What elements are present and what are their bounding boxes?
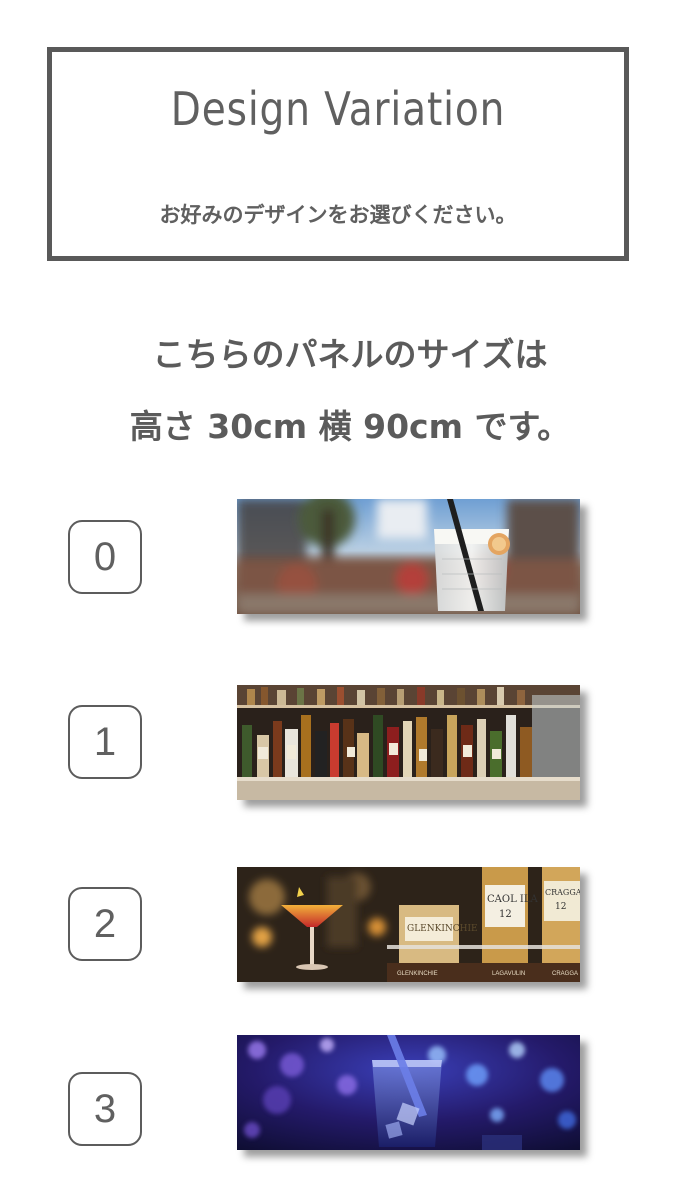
shelf-label-left: GLENKINCHIE — [397, 971, 438, 977]
bottle-age-mid: 12 — [499, 909, 512, 920]
design-panel-3[interactable] — [237, 1035, 580, 1150]
blue-drink-bokeh-photo — [237, 1035, 580, 1150]
design-panel-0[interactable] — [237, 499, 580, 614]
design-panel-2[interactable]: GLENKINCHIE CAOL ILA 12 CRAGGAN 12 GLENK… — [237, 867, 580, 982]
bottle-label-left: GLENKINCHIE — [407, 924, 478, 934]
page-title: Design Variation — [170, 82, 506, 136]
cocktail-glass-outdoor-photo — [237, 499, 580, 614]
title-box: Design Variation お好みのデザインをお選びください。 — [47, 47, 629, 261]
shelf-label-mid: LAGAVULIN — [492, 971, 525, 977]
bar-liquor-shelf-photo — [237, 685, 580, 800]
design-number-3[interactable]: 3 — [68, 1072, 142, 1146]
size-info-line-2: 高さ 30cm 横 90cm です。 — [129, 407, 571, 446]
shelf-label-right: CRAGGA — [552, 971, 578, 977]
design-number-2[interactable]: 2 — [68, 887, 142, 961]
cocktail-and-whisky-bottles-photo: GLENKINCHIE CAOL ILA 12 CRAGGAN 12 GLENK… — [237, 867, 580, 982]
bottle-label-right: CRAGGAN — [545, 888, 580, 897]
design-number-0[interactable]: 0 — [68, 520, 142, 594]
size-info-line-1: こちらのパネルのサイズは — [152, 335, 548, 374]
design-panel-1[interactable] — [237, 685, 580, 800]
bottle-age-right: 12 — [555, 902, 566, 912]
page-subtitle: お好みのデザインをお選びください。 — [159, 203, 517, 227]
bottle-label-mid: CAOL ILA — [487, 894, 538, 905]
design-number-1[interactable]: 1 — [68, 705, 142, 779]
